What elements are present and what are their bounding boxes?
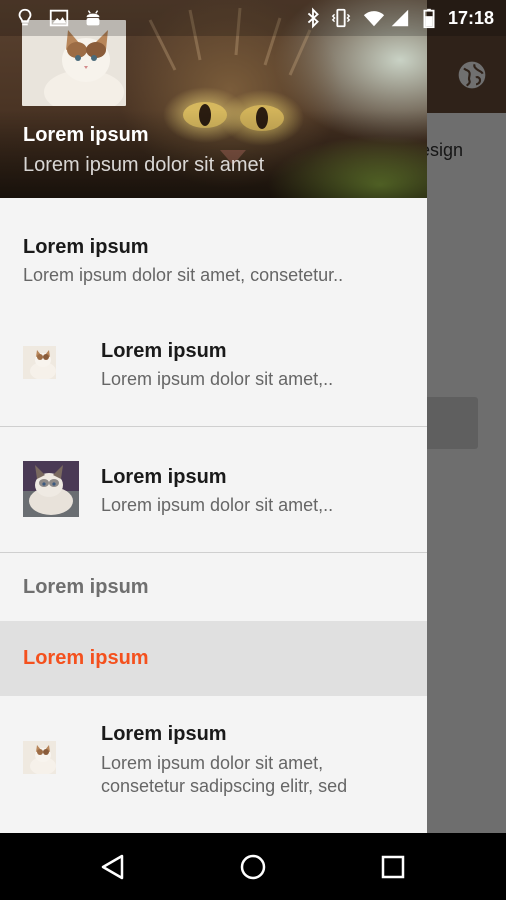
battery-icon <box>423 8 435 29</box>
cat-thumbnail-icon <box>23 346 56 379</box>
drawer-item-1-subtitle: Lorem ipsum dolor sit amet, consetetur.. <box>23 265 344 285</box>
navigation-drawer: Lorem ipsum Lorem ipsum dolor sit amet L… <box>0 0 427 833</box>
drawer-item-6-subtitle-line2: consetetur sadipscing elitr, sed <box>101 776 348 796</box>
drawer-item-6[interactable]: Lorem ipsum Lorem ipsum dolor sit amet, … <box>0 696 427 833</box>
drawer-item-2-title: Lorem ipsum <box>101 340 227 362</box>
drawer-item-3[interactable]: Lorem ipsum Lorem ipsum dolor sit amet,.… <box>0 440 427 540</box>
back-icon[interactable] <box>98 852 128 882</box>
drawer-item-2[interactable]: Lorem ipsum Lorem ipsum dolor sit amet,.… <box>0 320 427 410</box>
divider <box>0 426 427 427</box>
status-time: 17:18 <box>447 8 494 28</box>
drawer-item-2-subtitle: Lorem ipsum dolor sit amet,.. <box>101 369 334 389</box>
vibrate-icon <box>331 8 351 28</box>
navigation-bar <box>0 833 506 900</box>
drawer-item-1-title: Lorem ipsum <box>23 236 149 258</box>
drawer-item-4-label: Lorem ipsum <box>23 576 149 598</box>
drawer-item-3-subtitle: Lorem ipsum dolor sit amet,.. <box>101 495 334 515</box>
drawer-item-4[interactable]: Lorem ipsum <box>0 553 427 621</box>
home-icon[interactable] <box>238 852 268 882</box>
cat-thumbnail-icon <box>23 741 56 774</box>
drawer-item-6-title: Lorem ipsum <box>101 723 227 745</box>
cat-photo-icon <box>23 461 79 517</box>
drawer-item-5-label: Lorem ipsum <box>23 647 149 669</box>
header-subtitle: Lorem ipsum dolor sit amet <box>23 154 265 176</box>
android-icon <box>86 10 100 26</box>
drawer-item-6-subtitle-line1: Lorem ipsum dolor sit amet, <box>101 753 324 773</box>
header-title: Lorem ipsum <box>23 124 149 146</box>
status-bar: 17:18 <box>0 0 506 36</box>
drawer-item-5-selected[interactable]: Lorem ipsum <box>0 621 427 696</box>
drawer-item-1[interactable]: Lorem ipsum Lorem ipsum dolor sit amet, … <box>0 198 427 298</box>
drawer-item-3-title: Lorem ipsum <box>101 466 227 488</box>
bluetooth-icon <box>307 7 319 29</box>
signal-icon <box>391 9 409 27</box>
wifi-icon <box>363 11 385 27</box>
recents-icon[interactable] <box>378 852 408 882</box>
image-icon <box>49 9 69 27</box>
lightbulb-icon <box>18 8 32 26</box>
